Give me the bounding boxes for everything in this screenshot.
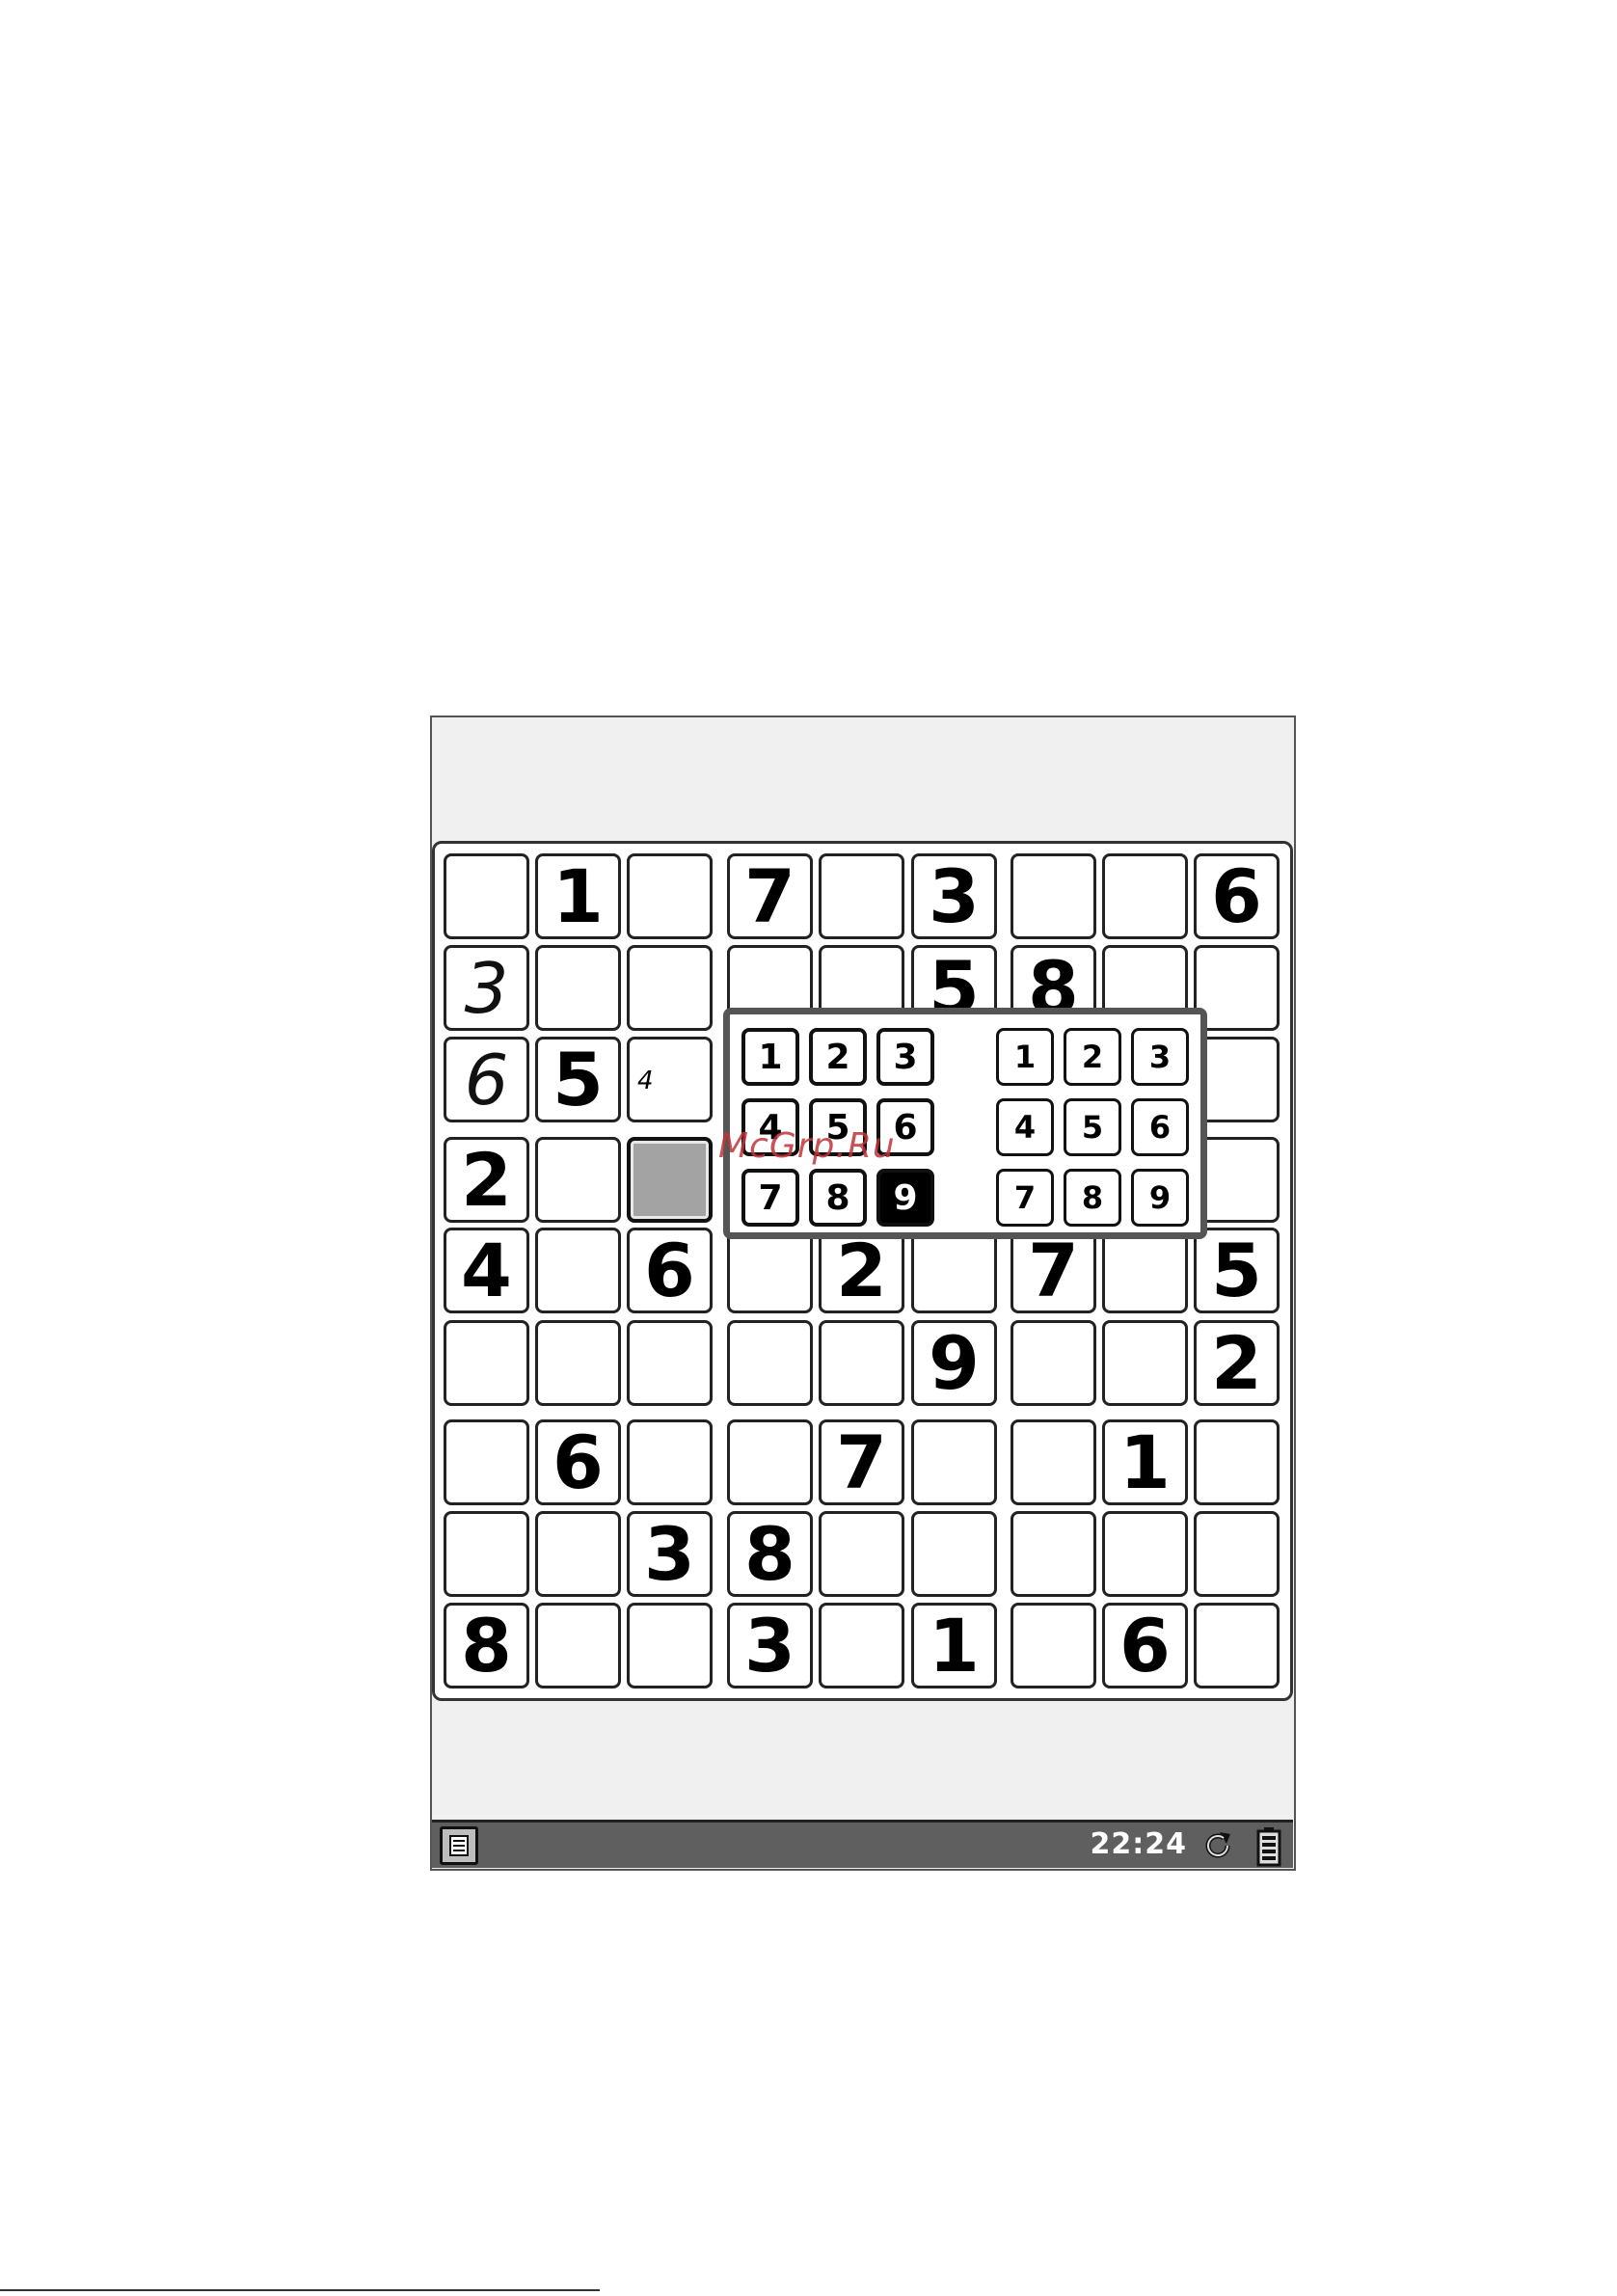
cell-r6c8[interactable] (1102, 1320, 1188, 1406)
cell-r8c1[interactable] (444, 1511, 529, 1597)
digit-key-8[interactable]: 8 (809, 1169, 867, 1227)
cell-r5c9[interactable]: 5 (1194, 1228, 1280, 1313)
cell-r9c7[interactable] (1011, 1603, 1096, 1688)
cell-r5c3[interactable]: 6 (627, 1228, 713, 1313)
cell-r5c7[interactable]: 7 (1011, 1228, 1096, 1313)
cell-r7c5[interactable]: 7 (819, 1419, 904, 1505)
cell-r1c5[interactable] (819, 853, 904, 939)
cell-r2c2[interactable] (535, 945, 621, 1031)
cell-r1c6[interactable]: 3 (911, 853, 997, 939)
cell-r1c1[interactable] (444, 853, 529, 939)
note-key-6[interactable]: 6 (1131, 1098, 1189, 1156)
note-key-2[interactable]: 2 (1064, 1028, 1121, 1086)
cell-r5c5[interactable]: 2 (819, 1228, 904, 1313)
cell-r8c7[interactable] (1011, 1511, 1096, 1597)
cell-r1c7[interactable] (1011, 853, 1096, 939)
cell-r7c6[interactable] (911, 1419, 997, 1505)
watermark: McGrp.Ru (718, 1126, 896, 1166)
cell-r1c2[interactable]: 1 (535, 853, 621, 939)
clock: 22:24 (1090, 1827, 1187, 1861)
cell-r6c3[interactable] (627, 1320, 713, 1406)
digit-key-9[interactable]: 9 (876, 1169, 934, 1227)
cell-r1c4[interactable]: 7 (727, 853, 813, 939)
cell-r8c2[interactable] (535, 1511, 621, 1597)
cell-r8c3[interactable]: 3 (627, 1511, 713, 1597)
cell-r5c4[interactable] (727, 1228, 813, 1313)
cell-r6c9[interactable]: 2 (1194, 1320, 1280, 1406)
battery-icon (1256, 1827, 1281, 1867)
note-key-3[interactable]: 3 (1131, 1028, 1189, 1086)
note-key-8[interactable]: 8 (1064, 1169, 1121, 1227)
cell-r6c5[interactable] (819, 1320, 904, 1406)
cell-r8c5[interactable] (819, 1511, 904, 1597)
cell-r7c1[interactable] (444, 1419, 529, 1505)
cell-r2c3[interactable] (627, 945, 713, 1031)
cell-r8c6[interactable] (911, 1511, 997, 1597)
cell-r7c9[interactable] (1194, 1419, 1280, 1505)
cell-r7c7[interactable] (1011, 1419, 1096, 1505)
number-picker-popup: 123456789123456789 (723, 1008, 1207, 1239)
menu-button[interactable] (440, 1826, 478, 1865)
cell-r7c4[interactable] (727, 1419, 813, 1505)
cell-r3c2[interactable]: 5 (535, 1037, 621, 1122)
page-footer-rule (0, 2289, 600, 2291)
note-key-7[interactable]: 7 (996, 1169, 1054, 1227)
cell-r7c3[interactable] (627, 1419, 713, 1505)
cell-r8c4[interactable]: 8 (727, 1511, 813, 1597)
cell-r7c8[interactable]: 1 (1102, 1419, 1188, 1505)
digit-key-3[interactable]: 3 (876, 1028, 934, 1086)
cell-r6c2[interactable] (535, 1320, 621, 1406)
cell-r1c8[interactable] (1102, 853, 1188, 939)
refresh-icon[interactable] (1200, 1828, 1235, 1863)
cell-r9c5[interactable] (819, 1603, 904, 1688)
cell-r9c4[interactable]: 3 (727, 1603, 813, 1688)
cell-r6c4[interactable] (727, 1320, 813, 1406)
cell-r8c8[interactable] (1102, 1511, 1188, 1597)
cell-r1c9[interactable]: 6 (1194, 853, 1280, 939)
cell-r4c2[interactable] (535, 1137, 621, 1223)
cell-r9c6[interactable]: 1 (911, 1603, 997, 1688)
selected-cell[interactable] (627, 1137, 713, 1223)
cell-r6c1[interactable] (444, 1320, 529, 1406)
cell-r7c2[interactable]: 6 (535, 1419, 621, 1505)
cell-r9c2[interactable] (535, 1603, 621, 1688)
cell-r6c6[interactable]: 9 (911, 1320, 997, 1406)
cell-r9c3[interactable] (627, 1603, 713, 1688)
cell-r9c9[interactable] (1194, 1603, 1280, 1688)
note-key-1[interactable]: 1 (996, 1028, 1054, 1086)
cell-r2c1[interactable]: 3 (444, 945, 529, 1031)
cell-r5c1[interactable]: 4 (444, 1228, 529, 1313)
cell-r5c2[interactable] (535, 1228, 621, 1313)
digit-key-1[interactable]: 1 (741, 1028, 799, 1086)
status-bar: 22:24 (432, 1820, 1293, 1868)
cell-r6c7[interactable] (1011, 1320, 1096, 1406)
note-key-5[interactable]: 5 (1064, 1098, 1121, 1156)
cell-r4c1[interactable]: 2 (444, 1137, 529, 1223)
menu-icon (449, 1835, 469, 1856)
cell-r9c8[interactable]: 6 (1102, 1603, 1188, 1688)
cell-r3c3[interactable]: 4 (627, 1037, 713, 1122)
note-key-4[interactable]: 4 (996, 1098, 1054, 1156)
cell-r9c1[interactable]: 8 (444, 1603, 529, 1688)
digit-key-7[interactable]: 7 (741, 1169, 799, 1227)
cell-r5c6[interactable] (911, 1228, 997, 1313)
digit-key-2[interactable]: 2 (809, 1028, 867, 1086)
cell-r3c1[interactable]: 6 (444, 1037, 529, 1122)
cell-r8c9[interactable] (1194, 1511, 1280, 1597)
note-key-9[interactable]: 9 (1131, 1169, 1189, 1227)
cell-r5c8[interactable] (1102, 1228, 1188, 1313)
cell-r1c3[interactable] (627, 853, 713, 939)
